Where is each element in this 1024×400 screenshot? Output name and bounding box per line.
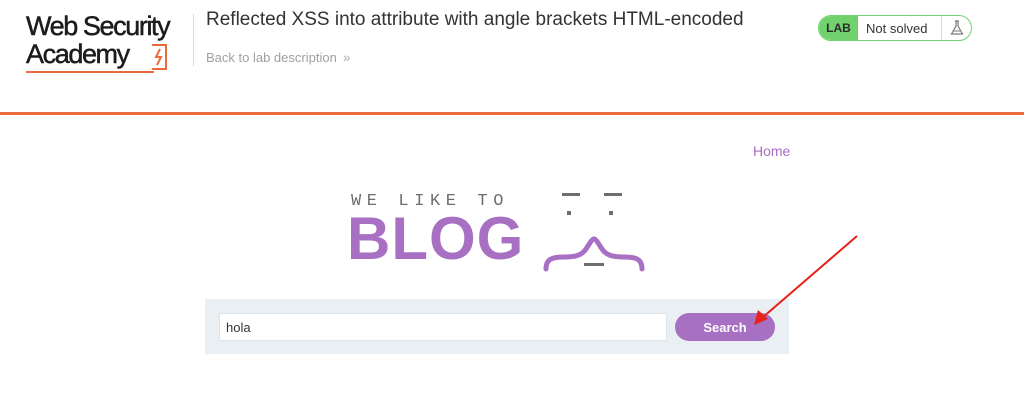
academy-header: Web Security Academy Reflected XSS into … (0, 0, 1024, 115)
lab-status-text: Not solved (866, 20, 928, 36)
lab-badge: LAB (819, 16, 858, 40)
home-link[interactable]: Home (753, 143, 790, 159)
back-to-lab-description-link[interactable]: Back to lab description » (206, 49, 351, 65)
web-security-academy-logo[interactable]: Web Security Academy (26, 12, 191, 74)
search-panel: Search (205, 299, 789, 354)
search-button[interactable]: Search (675, 313, 775, 341)
lab-title: Reflected XSS into attribute with angle … (206, 9, 744, 30)
flask-icon-box (941, 16, 971, 40)
blog-logo: WE LIKE TO BLOG (346, 185, 646, 275)
search-input[interactable] (219, 313, 667, 341)
lightning-bracket-icon (152, 44, 167, 70)
logo-underline (26, 71, 154, 73)
header-divider (193, 14, 194, 66)
flask-icon (949, 20, 964, 35)
double-chevron-right-icon: » (342, 49, 351, 65)
blog-wordmark: BLOG (347, 205, 525, 272)
back-link-label: Back to lab description (206, 50, 337, 65)
logo-line-1: Web Security (26, 11, 171, 41)
lab-status-widget: LAB Not solved (818, 15, 972, 41)
curly-brace-face-icon (543, 193, 645, 272)
